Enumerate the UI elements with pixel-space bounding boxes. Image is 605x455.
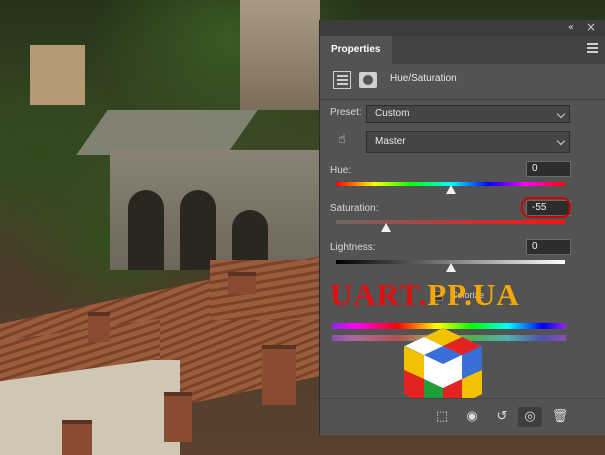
adjustment-title: Hue/Saturation — [390, 73, 457, 84]
panel-tab-row: Properties — [320, 36, 605, 64]
chevron-down-icon — [556, 136, 566, 146]
bottom-toolbar: ⬚ ◉ ↺ ◎ 🗑 — [320, 398, 605, 435]
saturation-label: Saturation: — [330, 203, 379, 214]
photo-road — [76, 110, 258, 155]
collapse-panel-icon[interactable]: « — [568, 21, 574, 35]
divider — [320, 99, 605, 100]
visibility-eye-icon[interactable]: ◎ — [518, 407, 542, 427]
channel-select[interactable]: Master — [366, 131, 570, 153]
watermark-logo: UART.PP.UA — [330, 277, 520, 312]
preset-label: Preset: — [330, 107, 362, 118]
photo-roof — [210, 260, 320, 320]
saturation-slider-track[interactable] — [336, 220, 565, 224]
hue-label: Hue: — [330, 165, 352, 176]
photo-aqueduct-bridge — [110, 150, 325, 270]
photo-chimney — [262, 345, 296, 405]
channel-value: Master — [375, 136, 406, 147]
trash-icon[interactable]: 🗑 — [548, 407, 572, 427]
saturation-highlight-ring — [521, 197, 571, 218]
lightness-label: Lightness: — [330, 242, 376, 253]
targeted-adjustment-hand-icon[interactable]: ☝ — [338, 132, 352, 148]
adjustment-layer-icon[interactable] — [333, 71, 351, 89]
photo-chimney — [228, 272, 256, 294]
panel-menu-icon[interactable] — [587, 43, 598, 55]
preset-value: Custom — [375, 108, 410, 119]
photo-chimney — [62, 420, 92, 455]
layer-mask-icon[interactable] — [359, 72, 377, 88]
photo-chimney — [88, 312, 110, 342]
clip-to-layer-icon[interactable]: ⬚ — [430, 407, 454, 427]
tab-properties[interactable]: Properties — [320, 36, 392, 64]
properties-panel: « × Properties Hue/Saturation Preset: Cu… — [319, 20, 605, 435]
photo-building — [240, 0, 320, 110]
lightness-slider-thumb[interactable] — [445, 263, 456, 272]
close-panel-icon[interactable]: × — [586, 20, 596, 35]
view-previous-state-icon[interactable]: ◉ — [460, 407, 484, 427]
photo-chimney — [164, 392, 192, 442]
photo-tower — [30, 45, 85, 105]
reset-icon[interactable]: ↺ — [490, 407, 514, 427]
lightness-input[interactable]: 0 — [526, 239, 571, 255]
saturation-slider-thumb[interactable] — [381, 223, 392, 232]
hue-input[interactable]: 0 — [526, 161, 571, 177]
chevron-down-icon — [556, 109, 566, 119]
panel-topbar: « × — [320, 20, 605, 36]
hue-slider-thumb[interactable] — [445, 185, 456, 194]
preset-select[interactable]: Custom — [366, 105, 570, 123]
bridge-arch — [180, 190, 216, 270]
bridge-arch — [128, 190, 164, 270]
